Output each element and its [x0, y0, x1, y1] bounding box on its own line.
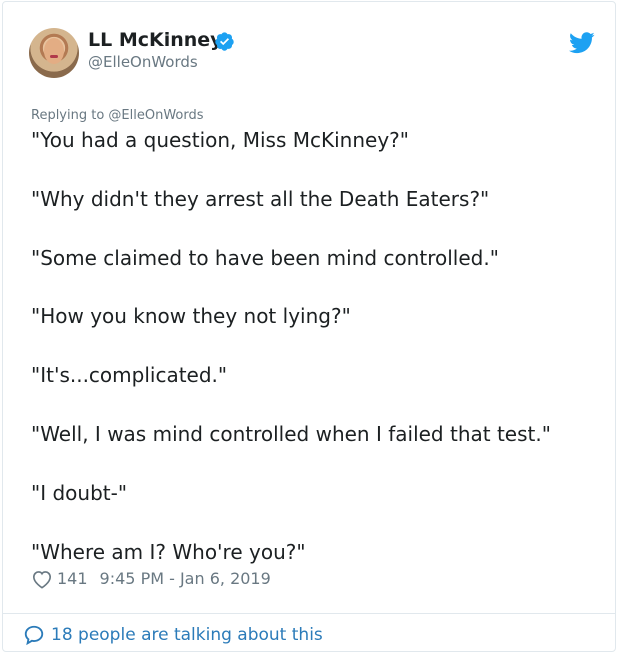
avatar-mouth — [50, 55, 58, 58]
heart-icon[interactable] — [31, 569, 53, 589]
conversation-link-label: 18 people are talking about this — [51, 625, 323, 645]
divider — [3, 613, 615, 614]
tweet-body: "You had a question, Miss McKinney?" "Wh… — [31, 126, 601, 567]
author-display-name[interactable]: LL McKinney — [88, 28, 223, 52]
tweet-meta: 141 9:45 PM - Jan 6, 2019 — [31, 568, 271, 590]
tweet-line: "How you know they not lying?" — [31, 304, 351, 329]
author-handle[interactable]: @ElleOnWords — [88, 53, 198, 71]
verified-badge-icon — [215, 32, 234, 51]
tweet-line: "Why didn't they arrest all the Death Ea… — [31, 186, 490, 211]
twitter-bird-icon[interactable] — [569, 32, 595, 54]
tweet-line: "Some claimed to have been mind controll… — [31, 245, 499, 270]
conversation-link[interactable]: 18 people are talking about this — [23, 623, 323, 647]
tweet-line: "You had a question, Miss McKinney?" — [31, 128, 409, 152]
avatar[interactable] — [29, 28, 79, 78]
replying-to-text[interactable]: Replying to @ElleOnWords — [31, 107, 204, 125]
tweet-line: "I doubt-" — [31, 480, 128, 505]
speech-bubble-icon — [24, 625, 44, 646]
avatar-face — [44, 38, 64, 64]
tweet-line: "Well, I was mind controlled when I fail… — [31, 421, 551, 446]
tweet-line: "It's...complicated." — [31, 363, 228, 388]
like-count[interactable]: 141 — [57, 568, 88, 590]
timestamp[interactable]: 9:45 PM - Jan 6, 2019 — [100, 568, 271, 590]
tweet-card: LL McKinney @ElleOnWords Replying to @El… — [2, 1, 616, 652]
tweet-line: "Where am I? Who're you?" — [31, 539, 306, 564]
